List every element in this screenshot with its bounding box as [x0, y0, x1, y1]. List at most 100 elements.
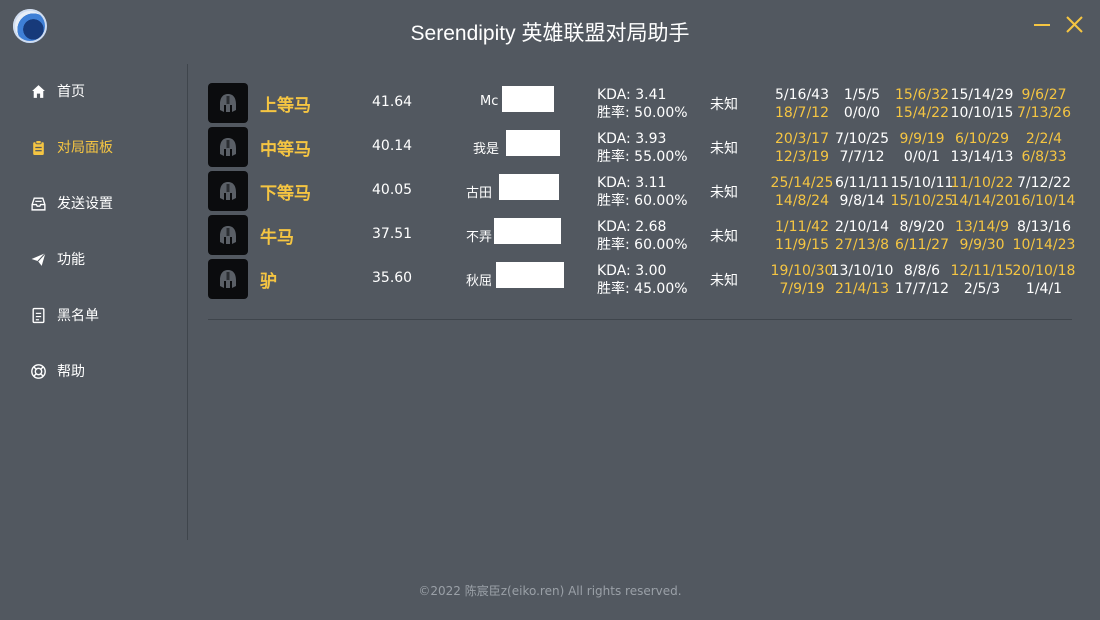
player-kda: KDA: 2.68	[597, 219, 667, 235]
match-kda: 9/9/30	[959, 237, 1005, 253]
player-winrate: 胜率: 55.00%	[597, 149, 688, 165]
champion-avatar	[208, 127, 248, 167]
player-stats: KDA: 2.68 胜率: 60.00%	[597, 218, 688, 254]
sidebar-item-label: 首页	[57, 84, 85, 100]
match-history-cell: 6/10/29 13/14/13	[947, 130, 1017, 166]
match-kda: 13/14/13	[950, 149, 1014, 165]
player-rank: 未知	[710, 97, 738, 113]
sidebar-item-label: 发送设置	[57, 196, 113, 212]
player-score: 40.14	[372, 138, 413, 154]
player-row[interactable]: 牛马 37.51 不弄 KDA: 2.68 胜率: 60.00% 未知 1/11/42 11/…	[208, 213, 1075, 257]
player-winrate: 胜率: 45.00%	[597, 281, 688, 297]
helmet-icon	[220, 270, 236, 288]
player-kda: KDA: 3.11	[597, 175, 667, 191]
player-winrate: 胜率: 60.00%	[597, 237, 688, 253]
match-history-cell: 12/11/15 2/5/3	[947, 262, 1017, 298]
name-redaction	[494, 218, 561, 244]
player-row[interactable]: 上等马 41.64 Mc KDA: 3.41 胜率: 50.00% 未知 5/16/43 18…	[208, 81, 1072, 125]
match-kda: 2/2/4	[1025, 131, 1063, 147]
send-icon	[31, 252, 46, 266]
match-history-cell: 8/13/16 10/14/23	[1009, 218, 1079, 254]
minimize-button[interactable]	[1030, 12, 1056, 38]
match-history-cell: 9/6/27 7/13/26	[1009, 86, 1079, 122]
match-kda: 11/10/22	[950, 175, 1014, 191]
player-tier: 上等马	[260, 96, 311, 116]
player-rank: 未知	[710, 229, 738, 245]
match-kda: 10/14/23	[1012, 237, 1076, 253]
match-kda: 10/10/15	[950, 105, 1014, 121]
match-kda: 9/6/27	[1021, 87, 1067, 103]
champion-avatar	[208, 83, 248, 123]
match-kda: 6/10/29	[955, 131, 1009, 147]
sidebar: 首页 对局面板 发送设置 功能 黑名单 帮助	[0, 64, 188, 540]
match-kda: 12/11/15	[950, 263, 1014, 279]
player-row[interactable]: 中等马 40.14 我是 KDA: 3.93 胜率: 55.00% 未知 20/3/17 12…	[208, 125, 1072, 169]
close-icon	[1066, 16, 1083, 33]
sidebar-item-game-panel[interactable]: 对局面板	[30, 135, 113, 159]
name-redaction	[502, 86, 554, 112]
match-kda: 6/8/33	[1021, 149, 1067, 165]
match-history-cell: 7/12/22 16/10/14	[1009, 174, 1079, 210]
player-name[interactable]: 不弄	[466, 226, 492, 245]
home-icon	[32, 84, 45, 98]
player-stats: KDA: 3.93 胜率: 55.00%	[597, 130, 688, 166]
sidebar-item-blacklist[interactable]: 黑名单	[30, 303, 99, 327]
champion-avatar	[208, 215, 248, 255]
name-redaction	[506, 130, 560, 156]
match-kda: 14/14/20	[950, 193, 1014, 209]
inbox-icon	[31, 196, 46, 211]
clipboard-icon	[33, 139, 44, 155]
sidebar-item-send-settings[interactable]: 发送设置	[30, 191, 113, 215]
player-tier: 中等马	[260, 140, 311, 160]
player-rank: 未知	[710, 185, 738, 201]
helmet-icon	[220, 182, 236, 200]
helmet-icon	[220, 94, 236, 112]
player-rank: 未知	[710, 141, 738, 157]
match-history-cell: 15/14/29 10/10/15	[947, 86, 1017, 122]
player-row[interactable]: 驴 35.60 秋屈 KDA: 3.00 胜率: 45.00% 未知 19/10/30 7/9…	[208, 257, 1075, 301]
match-kda: 7/12/22	[1017, 175, 1071, 191]
match-kda: 13/14/9	[955, 219, 1009, 235]
sidebar-item-label: 功能	[57, 252, 85, 268]
match-kda: 16/10/14	[1012, 193, 1076, 209]
player-tier: 驴	[260, 272, 277, 292]
footer-copyright: ©2022 陈宸臣z(eiko.ren) All rights reserved…	[418, 584, 682, 598]
match-kda: 20/10/18	[1012, 263, 1076, 279]
player-stats: KDA: 3.00 胜率: 45.00%	[597, 262, 688, 298]
player-name[interactable]: 秋屈	[466, 270, 492, 289]
lifebuoy-icon	[31, 363, 46, 379]
match-kda: 2/5/3	[963, 281, 1001, 297]
match-history-cell: 11/10/22 14/14/20	[947, 174, 1017, 210]
player-name[interactable]: 古田	[466, 182, 492, 201]
player-name[interactable]: Mc	[480, 94, 498, 109]
player-name[interactable]: 我是	[473, 138, 499, 157]
champion-avatar	[208, 171, 248, 211]
player-tier: 牛马	[260, 228, 294, 248]
player-score: 40.05	[372, 182, 413, 198]
player-row[interactable]: 下等马 40.05 古田 KDA: 3.11 胜率: 60.00% 未知 25/14/25 1…	[208, 169, 1075, 213]
helmet-icon	[220, 138, 236, 156]
player-stats: KDA: 3.41 胜率: 50.00%	[597, 86, 688, 122]
player-score: 37.51	[372, 226, 413, 242]
match-kda: 15/14/29	[950, 87, 1014, 103]
sidebar-item-help[interactable]: 帮助	[30, 359, 85, 383]
name-redaction	[499, 174, 559, 200]
name-redaction	[496, 262, 564, 288]
sidebar-item-label: 帮助	[57, 364, 85, 380]
helmet-icon	[220, 226, 236, 244]
player-stats: KDA: 3.11 胜率: 60.00%	[597, 174, 688, 210]
player-winrate: 胜率: 60.00%	[597, 193, 688, 209]
minimize-icon	[1034, 24, 1050, 26]
champion-avatar	[208, 259, 248, 299]
table-divider	[208, 319, 1072, 320]
app-title: Serendipity 英雄联盟对局助手	[410, 22, 690, 45]
sidebar-item-features[interactable]: 功能	[30, 247, 85, 271]
player-score: 35.60	[372, 270, 413, 286]
match-kda: 8/13/16	[1017, 219, 1071, 235]
sidebar-item-label: 黑名单	[57, 308, 99, 324]
player-kda: KDA: 3.93	[597, 131, 667, 147]
player-kda: KDA: 3.00	[597, 263, 667, 279]
sidebar-item-home[interactable]: 首页	[30, 79, 85, 103]
match-kda: 1/4/1	[1025, 281, 1063, 297]
close-button[interactable]	[1062, 12, 1088, 38]
